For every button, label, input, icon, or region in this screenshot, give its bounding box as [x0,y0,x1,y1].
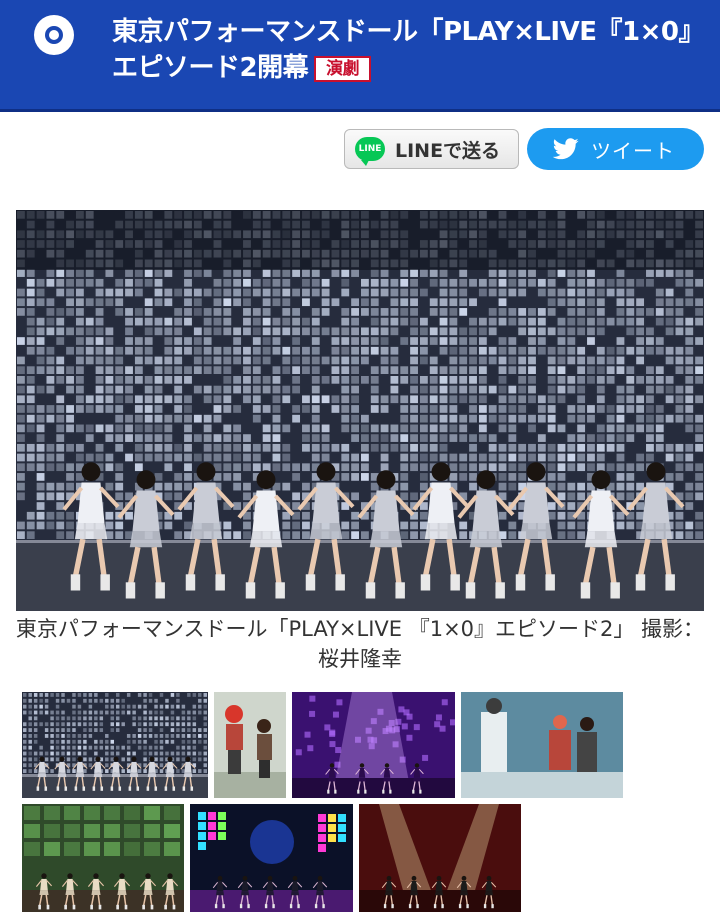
stage-photo-image [16,210,704,611]
gallery-thumbnail-4[interactable] [461,692,623,798]
main-photo[interactable] [16,210,704,611]
photo-caption: 東京パフォーマンスドール「PLAY×LIVE 『1×0』エピソード2」 撮影：桜… [15,617,705,671]
line-icon: LINE [355,137,385,166]
twitter-bird-icon [553,138,579,160]
gallery-thumbnail-2[interactable] [214,692,286,798]
tweet-label: ツイート [591,138,675,163]
gallery-thumbnail-7[interactable] [359,804,521,912]
gallery-thumbnail-1[interactable] [22,692,208,798]
tweet-button[interactable]: ツイート [527,128,704,170]
article-title: 東京パフォーマンスドール「PLAY×LIVE『1×0』エピソード2開幕 演劇 [112,14,692,86]
article-title-text: 東京パフォーマンスドール「PLAY×LIVE『1×0』エピソード2開幕 [112,17,691,83]
line-share-button[interactable]: LINE LINEで送る [344,129,519,169]
gallery-thumbnail-6[interactable] [190,804,353,912]
line-icon-text: LINE [358,144,382,154]
gallery-thumbnail-5[interactable] [22,804,184,912]
site-logo-icon[interactable] [34,15,74,55]
gallery-thumbnail-3[interactable] [292,692,455,798]
page-header: 東京パフォーマンスドール「PLAY×LIVE『1×0』エピソード2開幕 演劇 [0,0,720,112]
category-badge[interactable]: 演劇 [314,56,372,82]
line-share-label: LINEで送る [395,139,501,162]
